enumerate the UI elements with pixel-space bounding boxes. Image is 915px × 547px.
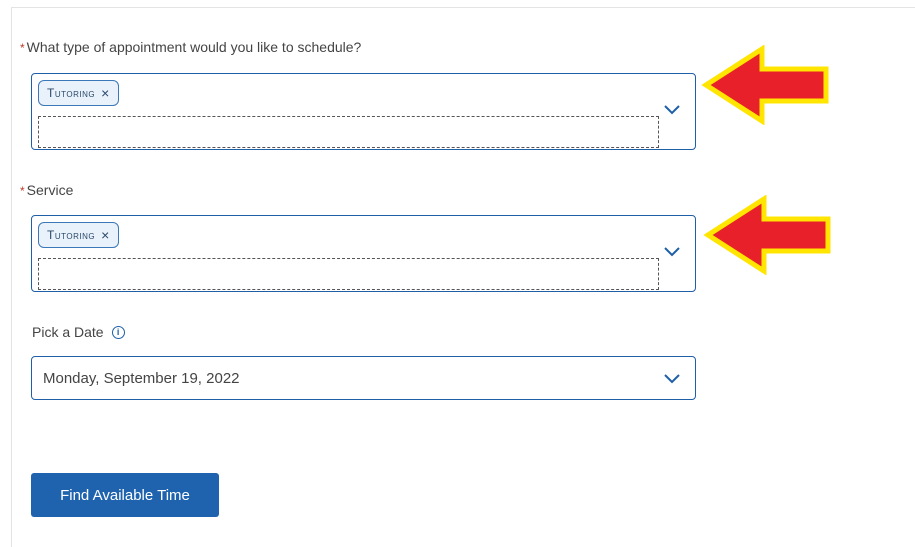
service-multiselect[interactable]: Tutoring ×	[31, 215, 696, 292]
service-chip: Tutoring ×	[38, 222, 119, 248]
appointment-type-label-text: What type of appointment would you like …	[26, 39, 362, 55]
chevron-down-icon[interactable]	[663, 373, 681, 385]
chip-label: Tutoring	[47, 86, 96, 100]
service-input[interactable]	[38, 258, 659, 290]
service-label: * Service	[20, 181, 73, 200]
appointment-type-label: * What type of appointment would you like…	[20, 38, 361, 57]
date-select[interactable]: Monday, September 19, 2022	[31, 356, 696, 400]
chip-remove-icon[interactable]: ×	[101, 86, 110, 100]
chevron-down-icon[interactable]	[663, 246, 681, 258]
date-label: Pick a Date i	[32, 323, 125, 341]
find-available-time-button[interactable]: Find Available Time	[31, 473, 219, 517]
required-mark: *	[20, 41, 25, 55]
appointment-type-chip: Tutoring ×	[38, 80, 119, 106]
left-arrow-icon	[701, 45, 829, 125]
chip-label: Tutoring	[47, 228, 96, 242]
chevron-down-icon[interactable]	[663, 104, 681, 116]
service-label-text: Service	[26, 182, 74, 198]
date-label-text: Pick a Date	[32, 324, 104, 340]
info-icon[interactable]: i	[111, 325, 125, 339]
date-value: Monday, September 19, 2022	[43, 369, 240, 387]
appointment-type-input[interactable]	[38, 116, 659, 148]
required-mark: *	[20, 184, 25, 198]
chip-remove-icon[interactable]: ×	[101, 228, 110, 242]
appointment-type-multiselect[interactable]: Tutoring ×	[31, 73, 696, 150]
left-arrow-icon	[703, 195, 831, 275]
